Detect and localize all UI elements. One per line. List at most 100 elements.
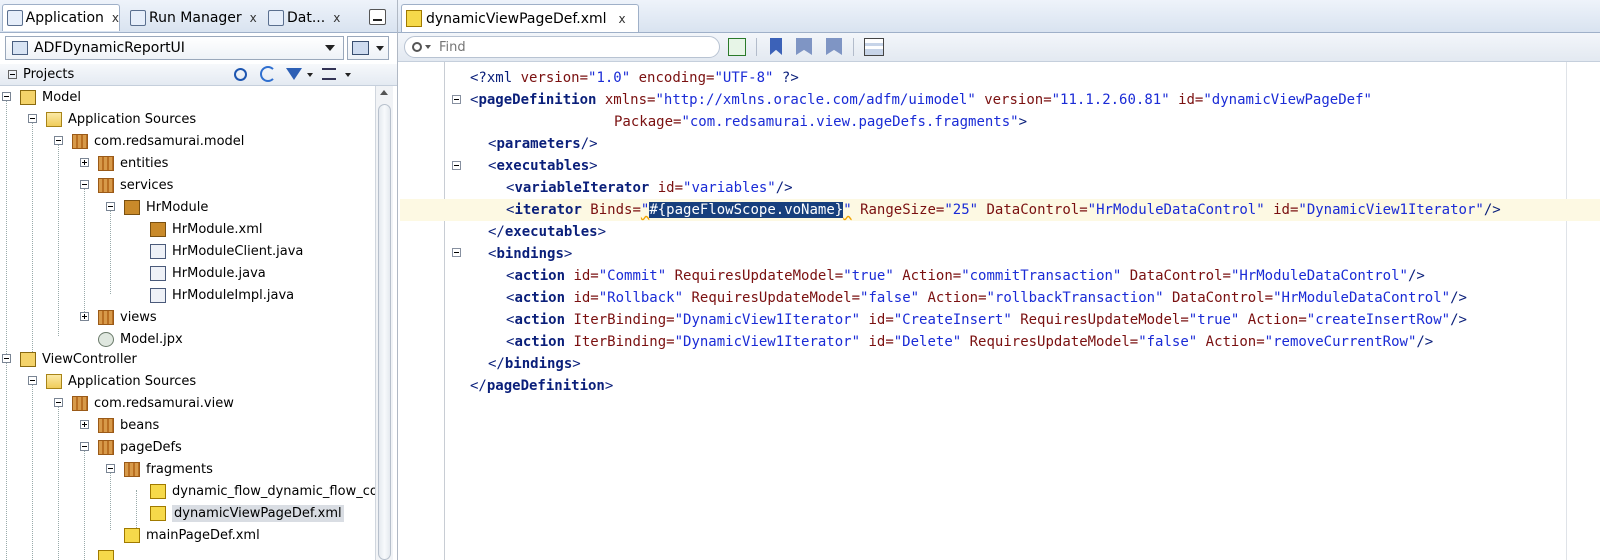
tree-node-label: mainPageDef.xml [146,527,260,543]
tree-node[interactable]: views [80,306,157,328]
tag-bracket: </ [488,356,505,372]
attribute-name: id= [565,290,599,306]
project-icon [20,351,36,367]
tab-run-manager-close-icon[interactable]: x [250,11,257,25]
collapse-icon[interactable] [2,354,11,363]
attribute-name: RangeSize= [851,202,945,218]
fold-collapse-icon[interactable] [452,95,461,104]
tree-node-label: dynamic_flow_dynamic_flow_coi [172,483,375,499]
collapse-icon[interactable] [28,114,37,123]
tree-node[interactable]: Application Sources [28,108,197,130]
find-options-icon[interactable] [728,38,746,56]
previous-bookmark-icon[interactable] [796,38,812,55]
attribute-value: "Rollback" [598,290,684,306]
working-set-icon[interactable] [322,68,336,80]
collapse-icon[interactable] [8,70,17,79]
tree-node[interactable]: HrModuleClient.java [150,240,303,262]
tree-node[interactable]: ViewController [2,348,137,370]
tree-node[interactable]: Application Sources [28,370,196,392]
tree-node-label: HrModule.java [172,265,266,281]
tree-node[interactable]: HrModule.xml [150,218,263,240]
tab-application[interactable]: Application x [2,4,120,31]
element-name: parameters [496,136,581,152]
attribute-value: "false" [1138,334,1198,350]
selected-text[interactable]: #{pageFlowScope.voName} [649,202,844,218]
projects-panel-header[interactable]: Projects [0,64,397,86]
collapse-icon[interactable] [28,376,37,385]
xml-declaration-end: ?> [773,70,799,86]
tree-node[interactable]: beans [80,414,159,436]
tree-scrollbar[interactable] [375,86,393,560]
chevron-down-icon[interactable] [425,45,431,49]
collapse-icon[interactable] [54,398,63,407]
application-selector-value: ADFDynamicReportUI [34,40,185,56]
tree-node-label: Application Sources [68,111,197,127]
tree-node[interactable]: HrModule [106,196,208,218]
element-name: action [514,312,566,328]
fold-collapse-icon[interactable] [452,248,461,257]
next-bookmark-icon[interactable] [826,38,842,55]
tree-node[interactable]: fragments [106,458,213,480]
toolbar-divider [756,38,757,56]
find-box[interactable] [404,36,720,58]
tree-node[interactable]: com.redsamurai.model [54,130,244,152]
tab-application-close-icon[interactable]: x [112,11,119,25]
line-gutter[interactable] [398,62,445,560]
expand-icon[interactable] [80,312,89,321]
tree-node[interactable]: services [80,174,173,196]
tree-node-selected[interactable]: dynamicViewPageDef.xml [150,502,344,524]
application-selector[interactable]: ADFDynamicReportUI [5,36,344,60]
tag-bracket: > [604,378,614,394]
collapse-icon[interactable] [2,92,11,101]
tree-node[interactable]: com.redsamurai.view [54,392,234,414]
scrollbar-thumb[interactable] [378,104,391,560]
tree-node-label: Model [42,89,82,105]
attribute-name: Package= [614,114,682,130]
tab-run-manager[interactable]: Run Manager x [126,4,260,31]
find-icon[interactable] [234,68,247,81]
attribute-value: "createInsertRow" [1306,312,1451,328]
tree-node[interactable]: Model [2,86,82,108]
editor-tab-close-icon[interactable]: x [619,12,626,26]
chevron-down-icon[interactable] [307,73,313,77]
code-line: <action IterBinding="DynamicView1Iterato… [506,309,1467,331]
find-input[interactable] [437,38,711,56]
structure-panel-icon[interactable] [864,38,884,56]
chevron-down-icon[interactable] [345,73,351,77]
package-icon [124,461,140,477]
tree-node-partial[interactable] [98,546,120,560]
tab-data-close-icon[interactable]: x [333,11,340,25]
tab-data[interactable]: Dat... x [264,4,360,31]
toggle-bookmark-icon[interactable] [770,38,782,55]
collapse-icon[interactable] [80,442,89,451]
attribute-value: "true" [843,268,894,284]
search-icon[interactable] [412,42,422,52]
collapse-icon[interactable] [106,464,115,473]
collapse-icon[interactable] [80,180,89,189]
tree-node[interactable]: entities [80,152,168,174]
expand-icon[interactable] [80,158,89,167]
attribute-value: "dynamicViewPageDef" [1203,92,1372,108]
tab-dynamic-view-page-def[interactable]: dynamicViewPageDef.xml x [401,4,639,32]
code-line: </executables> [488,221,606,243]
attribute-value: "variables" [683,180,776,196]
tree-node[interactable]: pageDefs [80,436,182,458]
fold-collapse-icon[interactable] [452,161,461,170]
expand-icon[interactable] [80,420,89,429]
refresh-icon[interactable] [260,66,276,82]
tree-guide-line [84,184,85,314]
tree-node[interactable]: HrModuleImpl.java [150,284,294,306]
filter-icon[interactable] [286,68,302,80]
attribute-value: "HrModuleDataControl" [1273,290,1451,306]
tree-node-label: dynamicViewPageDef.xml [172,504,344,522]
minimize-icon[interactable] [369,9,386,25]
application-menu-button[interactable] [347,36,389,60]
collapse-icon[interactable] [54,136,63,145]
tree-node[interactable]: Model.jpx [98,328,183,350]
collapse-icon[interactable] [106,202,115,211]
tree-node[interactable]: HrModule.java [150,262,266,284]
element-name: pageDefinition [486,378,605,394]
tree-node[interactable]: mainPageDef.xml [124,524,260,546]
scroll-up-icon[interactable] [380,90,388,95]
tree-node[interactable]: dynamic_flow_dynamic_flow_coi [150,480,375,502]
